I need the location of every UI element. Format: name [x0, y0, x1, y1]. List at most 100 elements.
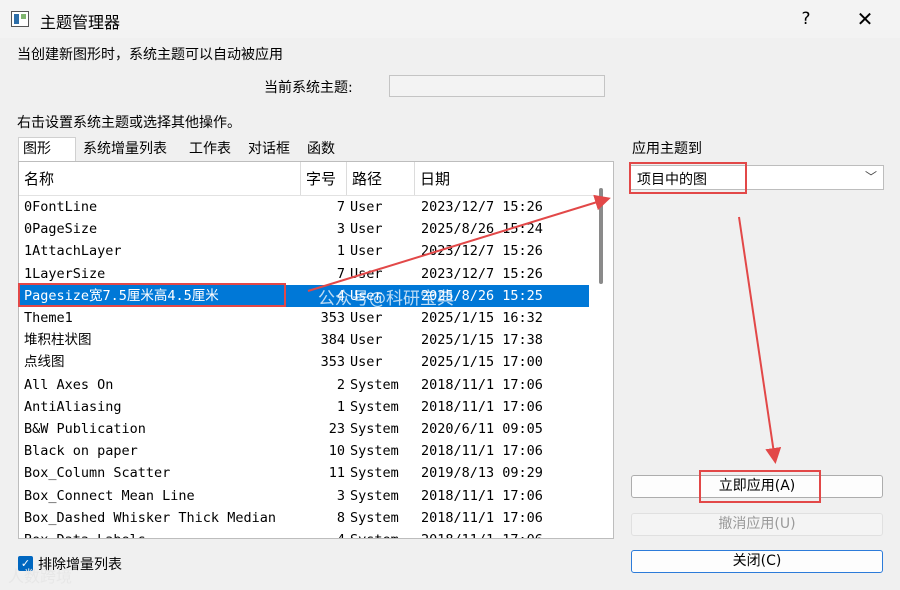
cell-size: 384 — [320, 332, 345, 349]
table-row[interactable]: 1LayerSize 7 User 2023/12/7 15:26 — [19, 263, 589, 285]
cell-path: System — [350, 398, 399, 415]
cell-date: 2018/11/1 17:06 — [421, 509, 543, 526]
column-header-name[interactable]: 名称 — [19, 162, 301, 195]
cell-date: 2018/11/1 17:06 — [421, 398, 543, 415]
undo-apply-button[interactable]: 撤消应用(U) — [631, 513, 883, 536]
cell-size: 2 — [336, 376, 345, 393]
cell-name: All Axes On — [24, 376, 114, 393]
table-row[interactable]: Box_Connect Mean Line 3 System 2018/11/1 17… — [19, 485, 589, 507]
cell-path: User — [350, 199, 383, 215]
cell-name: Theme1 — [24, 310, 73, 326]
cell-date: 2025/1/15 17:00 — [421, 354, 543, 371]
table-row[interactable]: 点线图 353 User 2025/1/15 17:00 — [19, 351, 589, 373]
cell-path: User — [350, 310, 383, 326]
cell-size: 1 — [336, 398, 345, 415]
instruction-text: 右击设置系统主题或选择其他操作。 — [17, 115, 241, 131]
annotation-box-apply-to — [629, 162, 747, 194]
cell-name: 堆积柱状图 — [24, 332, 92, 349]
table-row[interactable]: Theme1 353 User 2025/1/15 16:32 — [19, 307, 589, 329]
table-row[interactable]: Box_Data Labels4 System2018/11/1 17:06 — [19, 529, 591, 538]
arrow-to-apply-now — [738, 216, 782, 464]
cell-name: Box_Column Scatter — [24, 465, 171, 482]
title-bar: 主题管理器 ? ✕ — [0, 0, 900, 38]
cell-date: 2025/8/26 15:24 — [421, 221, 543, 238]
table-row[interactable]: 1AttachLayer 1 User 2023/12/7 15:26 — [19, 240, 589, 262]
current-theme-field — [389, 75, 605, 97]
cell-date: 2018/11/1 17:06 — [421, 529, 591, 538]
list-header: 名称 字号 路径 日期 — [19, 162, 595, 196]
cell-date: 2023/12/7 15:26 — [421, 265, 543, 282]
cell-name: 1AttachLayer — [24, 243, 122, 260]
cell-date: 2023/12/7 15:26 — [421, 243, 543, 260]
list-scrollbar-thumb[interactable] — [599, 188, 603, 284]
table-row[interactable]: All Axes On 2 System 2018/11/1 17:06 — [19, 374, 589, 396]
tab-worksheet[interactable]: 工作表 — [184, 137, 236, 161]
watermark-text: 公众号@科研宝典 — [318, 289, 454, 309]
cell-path: System — [350, 487, 399, 504]
cell-size: 1 — [336, 243, 345, 260]
window-title: 主题管理器 — [40, 13, 121, 32]
cell-path: User — [350, 265, 383, 282]
cell-name: Black on paper — [24, 443, 138, 460]
cell-size: 4 — [301, 529, 345, 538]
cell-name: Box_Connect Mean Line — [24, 487, 195, 504]
table-row[interactable]: Box_Column Scatter 11 System 2019/8/13 09:2… — [19, 462, 589, 484]
cell-path: User — [350, 332, 383, 349]
tab-system-increment-list[interactable]: 系统增量列表 — [78, 137, 172, 161]
cell-size: 10 — [328, 443, 345, 460]
current-theme-label: 当前系统主题: — [264, 80, 353, 96]
cell-path: System — [350, 376, 399, 393]
cell-size: 23 — [328, 421, 345, 437]
cell-size: 7 — [336, 199, 345, 215]
tab-function[interactable]: 函数 — [302, 137, 340, 161]
cell-name: AntiAliasing — [24, 398, 122, 415]
table-row[interactable]: Black on paper 10 System 2018/11/1 17:06 — [19, 440, 589, 462]
cell-date: 2023/12/7 15:26 — [421, 199, 543, 215]
cell-path: User — [350, 354, 383, 371]
cell-path: System — [350, 465, 399, 482]
cell-name: 0PageSize — [24, 221, 98, 238]
cell-name: B&W Publication — [24, 421, 146, 437]
table-row[interactable]: AntiAliasing 1 System 2018/11/1 17:06 — [19, 396, 589, 418]
cell-path: User — [350, 243, 383, 260]
table-row[interactable]: 堆积柱状图 384 User 2025/1/15 17:38 — [19, 329, 589, 351]
cell-date: 2020/6/11 09:05 — [421, 421, 543, 437]
cell-size: 8 — [336, 509, 345, 526]
table-row[interactable]: 0PageSize 3 User 2025/8/26 15:24 — [19, 218, 589, 240]
cell-date: 2018/11/1 17:06 — [421, 487, 543, 504]
annotation-box-apply-now — [699, 470, 821, 503]
tab-graph[interactable]: 图形 — [18, 137, 76, 162]
window-close-button[interactable]: ✕ — [848, 6, 882, 32]
watermark-corner: 人数跨境 — [8, 567, 73, 586]
theme-list[interactable]: 名称 字号 路径 日期 0FontLine 7 User 2023/12/7 15:2… — [18, 161, 614, 539]
cell-size: 3 — [336, 487, 345, 504]
column-header-size[interactable]: 字号 — [301, 162, 347, 195]
cell-name: 0FontLine — [24, 199, 98, 215]
cell-name: Box_Dashed Whisker Thick Median — [24, 509, 276, 526]
table-row[interactable]: Box_Dashed Whisker Thick Median 8 System 20… — [19, 507, 589, 529]
help-button[interactable]: ? — [792, 6, 820, 32]
cell-name: 点线图 — [24, 354, 65, 371]
close-button[interactable]: 关闭(C) — [631, 550, 883, 573]
cell-date: 2025/1/15 17:38 — [421, 332, 543, 349]
cell-path: System — [350, 529, 420, 538]
cell-size: 7 — [336, 265, 345, 282]
tab-dialog[interactable]: 对话框 — [243, 137, 295, 161]
cell-date: 2019/8/13 09:29 — [421, 465, 543, 482]
cell-size: 353 — [320, 310, 345, 326]
cell-size: 353 — [320, 354, 345, 371]
cell-date: 2025/1/15 16:32 — [421, 310, 543, 326]
column-header-path[interactable]: 路径 — [347, 162, 415, 195]
annotation-box-selected-theme — [18, 283, 286, 307]
table-row[interactable]: 0FontLine 7 User 2023/12/7 15:26 — [19, 196, 589, 218]
cell-path: System — [350, 421, 399, 437]
cell-name: Box_Data Labels — [24, 529, 300, 538]
cell-date: 2018/11/1 17:06 — [421, 376, 543, 393]
cell-date: 2018/11/1 17:06 — [421, 443, 543, 460]
cell-size: 3 — [336, 221, 345, 238]
column-header-date[interactable]: 日期 — [415, 162, 593, 195]
table-row[interactable]: B&W Publication 23 System 2020/6/11 09:05 — [19, 418, 589, 440]
cell-name: 1LayerSize — [24, 265, 106, 282]
info-text: 当创建新图形时，系统主题可以自动被应用 — [17, 47, 283, 63]
cell-path: System — [350, 509, 399, 526]
